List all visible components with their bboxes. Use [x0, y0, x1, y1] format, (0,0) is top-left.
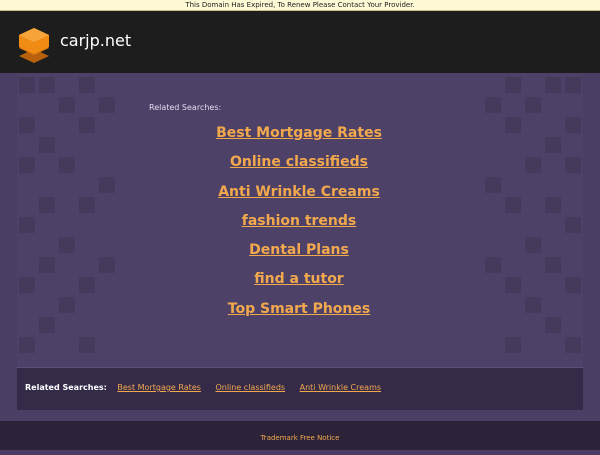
related-link-best-mortgage-rates[interactable]: Best Mortgage Rates [130, 123, 468, 152]
related-link-top-smart-phones[interactable]: Top Smart Phones [130, 299, 468, 328]
footer-related-label: Related Searches: [25, 383, 107, 392]
domain-expired-notice: This Domain Has Expired, To Renew Please… [0, 0, 600, 11]
footer-related-searches: Related Searches: Best Mortgage Rates On… [17, 367, 583, 410]
related-link-find-a-tutor[interactable]: find a tutor [130, 269, 468, 298]
site-name[interactable]: carjp.net [60, 31, 131, 50]
related-links-list: Best Mortgage Rates Online classifieds A… [130, 123, 468, 328]
stacked-layers-icon [19, 28, 49, 63]
decorative-pattern-right [485, 77, 581, 353]
related-searches-heading: Related Searches: [149, 103, 222, 112]
trademark-bar: Trademark Free Notice [0, 421, 600, 450]
footer-link-best-mortgage-rates[interactable]: Best Mortgage Rates [117, 383, 201, 392]
related-link-fashion-trends[interactable]: fashion trends [130, 211, 468, 240]
related-link-dental-plans[interactable]: Dental Plans [130, 240, 468, 269]
decorative-pattern-left [19, 77, 115, 353]
main-content: Related Searches: Best Mortgage Rates On… [0, 73, 600, 421]
footer-link-online-classifieds[interactable]: Online classifieds [215, 383, 285, 392]
footer-link-anti-wrinkle-creams[interactable]: Anti Wrinkle Creams [300, 383, 381, 392]
related-link-online-classifieds[interactable]: Online classifieds [130, 152, 468, 181]
trademark-notice-link[interactable]: Trademark Free Notice [261, 434, 340, 442]
related-link-anti-wrinkle-creams[interactable]: Anti Wrinkle Creams [130, 182, 468, 211]
site-header: carjp.net [0, 11, 600, 73]
